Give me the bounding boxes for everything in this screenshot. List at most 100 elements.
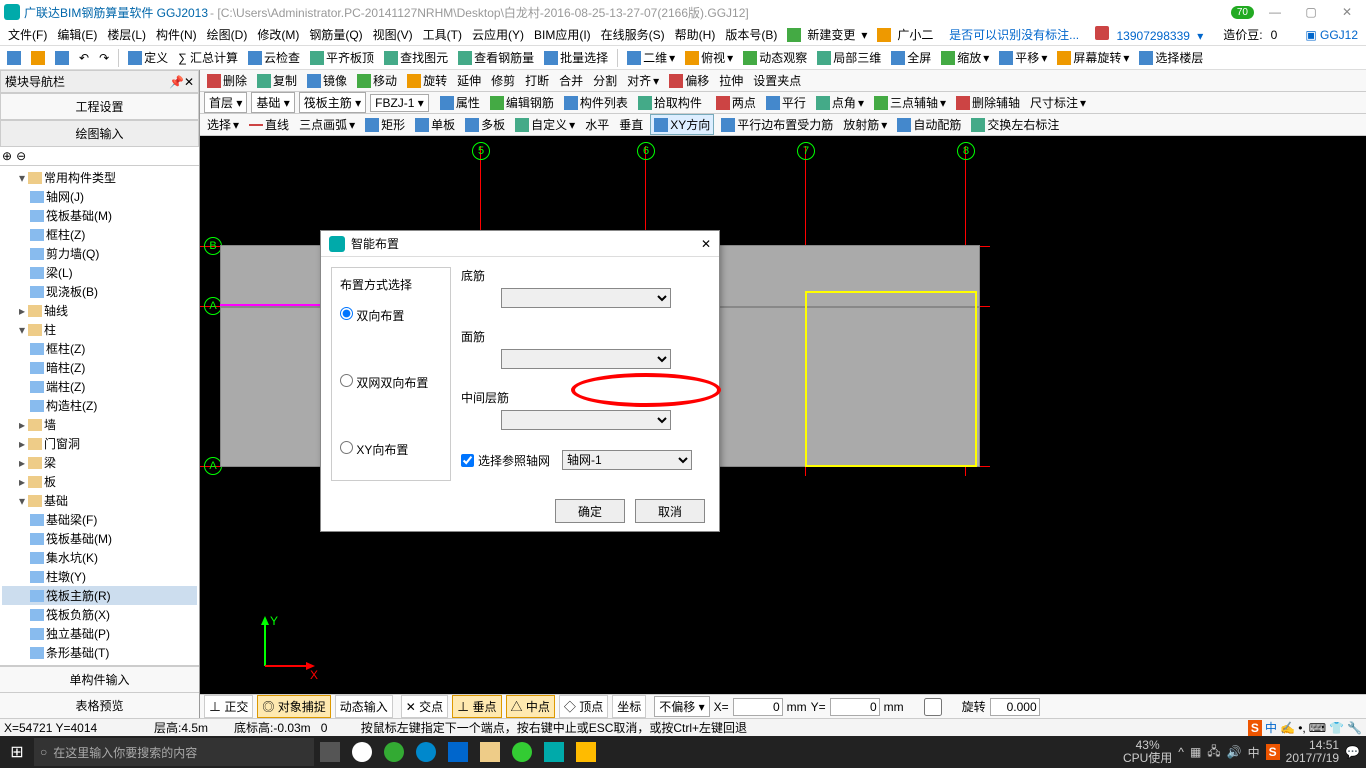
tab-engineering[interactable]: 工程设置 xyxy=(0,93,199,120)
cpu-meter[interactable]: 43%CPU使用 xyxy=(1123,739,1172,765)
menu-tools[interactable]: 工具(T) xyxy=(419,24,466,45)
windows-taskbar[interactable]: ⊞ ○ 在这里输入你要搜索的内容 43%CPU使用 ^ ▦ 🖧 🔊 中 S 14… xyxy=(0,736,1366,768)
ime-tool-icon[interactable]: 🔧 xyxy=(1347,721,1362,735)
tree-f-beam[interactable]: 基础梁(F) xyxy=(2,510,197,529)
tree-axis[interactable]: ▸轴线 xyxy=(2,301,197,320)
find-element-button[interactable]: 查找图元 xyxy=(381,48,451,67)
local-3d-button[interactable]: 局部三维 xyxy=(814,48,884,67)
tray-ime-icon[interactable]: 中 xyxy=(1248,744,1260,761)
tray-up-icon[interactable]: ^ xyxy=(1178,745,1184,759)
start-button[interactable]: ⊞ xyxy=(0,742,34,762)
xy-direction-button[interactable]: XY方向 xyxy=(650,114,714,135)
line-button[interactable]: 直线 xyxy=(246,115,292,134)
multi-slab-button[interactable]: 多板 xyxy=(462,115,508,134)
copy-button[interactable]: 复制 xyxy=(254,71,300,90)
tree-wall[interactable]: ▸墙 xyxy=(2,415,197,434)
app-store-icon[interactable] xyxy=(442,738,474,766)
tree-f-raft[interactable]: 筏板基础(M) xyxy=(2,529,197,548)
guangxiaoer-button[interactable]: 广小二 xyxy=(873,22,941,47)
offset-mode-dropdown[interactable]: 不偏移 ▾ xyxy=(654,696,709,717)
ime-settings-icon[interactable]: 👕 xyxy=(1329,721,1344,735)
category-dropdown[interactable]: 基础 ▾ xyxy=(251,92,294,113)
delete-button[interactable]: 删除 xyxy=(204,71,250,90)
menu-online[interactable]: 在线服务(S) xyxy=(597,24,669,45)
middle-rebar-select[interactable] xyxy=(501,410,671,430)
reference-axis-checkbox[interactable] xyxy=(461,454,474,467)
menu-cloud[interactable]: 云应用(Y) xyxy=(468,24,528,45)
sum-button[interactable]: ∑ 汇总计算 xyxy=(175,48,241,67)
select-button[interactable]: 选择 ▾ xyxy=(204,115,242,134)
split-button[interactable]: 分割 xyxy=(590,71,620,90)
tree-common[interactable]: ▾常用构件类型 xyxy=(2,168,197,187)
tree-column[interactable]: ▾柱 xyxy=(2,320,197,339)
dimension-button[interactable]: 尺寸标注 ▾ xyxy=(1027,93,1089,112)
swap-lr-button[interactable]: 交换左右标注 xyxy=(968,115,1062,134)
save-icon[interactable] xyxy=(52,50,72,66)
two-point-button[interactable]: 两点 xyxy=(713,93,759,112)
component-list-button[interactable]: 构件列表 xyxy=(561,93,631,112)
tree-f-raft-neg[interactable]: 筏板负筋(X) xyxy=(2,605,197,624)
dynamic-input-toggle[interactable]: 动态输入 xyxy=(335,695,393,718)
app-ggj-icon[interactable] xyxy=(538,738,570,766)
close-button[interactable]: ✕ xyxy=(1332,5,1362,19)
menu-bim[interactable]: BIM应用(I) xyxy=(530,24,595,45)
select-floor-button[interactable]: 选择楼层 xyxy=(1136,48,1206,67)
ime-punc-icon[interactable]: •, xyxy=(1298,721,1306,735)
edit-rebar-button[interactable]: 编辑钢筋 xyxy=(487,93,557,112)
break-button[interactable]: 打断 xyxy=(522,71,552,90)
fullscreen-button[interactable]: 全屏 xyxy=(888,48,934,67)
menu-modify[interactable]: 修改(M) xyxy=(253,24,303,45)
batch-select-button[interactable]: 批量选择 xyxy=(541,48,611,67)
task-view-icon[interactable] xyxy=(314,738,346,766)
vertical-button[interactable]: 垂直 xyxy=(616,115,646,134)
menu-edit[interactable]: 编辑(E) xyxy=(53,24,101,45)
menu-file[interactable]: 文件(F) xyxy=(4,24,51,45)
auto-rebar-button[interactable]: 自动配筋 xyxy=(894,115,964,134)
custom-button[interactable]: 自定义 ▾ xyxy=(512,115,578,134)
stretch-button[interactable]: 拉伸 xyxy=(716,71,746,90)
snap-cross[interactable]: ✕ 交点 xyxy=(401,695,448,718)
reference-axis-select[interactable]: 轴网-1 xyxy=(562,450,692,470)
delete-axis-button[interactable]: 删除辅轴 xyxy=(953,93,1023,112)
zoom-button[interactable]: 缩放 ▾ xyxy=(938,48,992,67)
radio-two-way[interactable]: 双向布置 xyxy=(340,307,442,324)
snap-top[interactable]: ◇ 顶点 xyxy=(559,695,608,718)
app-edge-icon[interactable] xyxy=(346,738,378,766)
offset-button[interactable]: 偏移 xyxy=(666,71,712,90)
tray-volume-icon[interactable]: 🔊 xyxy=(1227,745,1242,759)
top-rebar-select[interactable] xyxy=(501,349,671,369)
tree-cast-slab[interactable]: 现浇板(B) xyxy=(2,282,197,301)
align-button[interactable]: 对齐 ▾ xyxy=(624,71,662,90)
radio-double-net[interactable]: 双网双向布置 xyxy=(340,374,442,391)
type-dropdown[interactable]: 筏板主筋 ▾ xyxy=(299,92,366,113)
ime-keyboard-icon[interactable]: ⌨ xyxy=(1309,721,1326,735)
sidebar-close-icon[interactable]: ✕ xyxy=(184,75,194,89)
define-button[interactable]: 定义 xyxy=(125,48,171,67)
tree-col-end[interactable]: 端柱(Z) xyxy=(2,377,197,396)
rotate-input[interactable] xyxy=(990,698,1040,716)
tree-frame-col[interactable]: 框柱(Z) xyxy=(2,225,197,244)
snap-perp[interactable]: ⊥ 垂点 xyxy=(452,695,501,718)
tray-network-icon[interactable]: 🖧 xyxy=(1207,742,1220,763)
flat-top-button[interactable]: 平齐板顶 xyxy=(307,48,377,67)
menu-draw[interactable]: 绘图(D) xyxy=(203,24,252,45)
tree-beam[interactable]: 梁(L) xyxy=(2,263,197,282)
edge-rebar-button[interactable]: 平行边布置受力筋 xyxy=(718,115,836,134)
tree-f-raft-main[interactable]: 筏板主筋(R) xyxy=(2,586,197,605)
point-angle-button[interactable]: 点角 ▾ xyxy=(813,93,867,112)
dynamic-observe-button[interactable]: 动态观察 xyxy=(740,48,810,67)
tree-beam2[interactable]: ▸梁 xyxy=(2,453,197,472)
radio-xy[interactable]: XY向布置 xyxy=(340,441,442,458)
tree-col-frame[interactable]: 框柱(Z) xyxy=(2,339,197,358)
expand-icon[interactable]: ⊕ xyxy=(2,149,12,163)
menu-help[interactable]: 帮助(H) xyxy=(671,24,720,45)
open-icon[interactable] xyxy=(28,50,48,66)
screen-rotate-button[interactable]: 屏幕旋转 ▾ xyxy=(1054,48,1132,67)
sogou-icon[interactable]: S xyxy=(1248,720,1262,736)
new-file-icon[interactable] xyxy=(4,50,24,66)
tree-shear-wall[interactable]: 剪力墙(Q) xyxy=(2,244,197,263)
snap-mid[interactable]: △ 中点 xyxy=(506,695,555,718)
view-rebar-button[interactable]: 查看钢筋量 xyxy=(455,48,537,67)
component-dropdown[interactable]: FBZJ-1 ▾ xyxy=(370,94,429,112)
tree-f-pillar[interactable]: 柱墩(Y) xyxy=(2,567,197,586)
